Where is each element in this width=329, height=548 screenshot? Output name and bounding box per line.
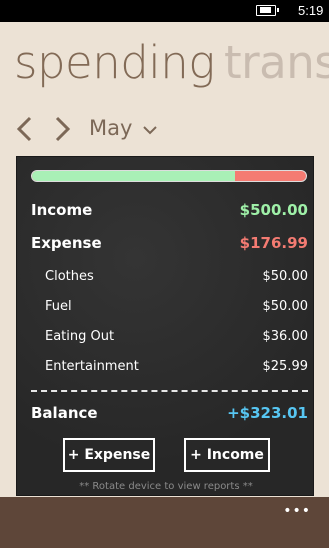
rotate-hint: ** Rotate device to view reports **: [79, 481, 253, 492]
chevron-right-icon[interactable]: [52, 116, 72, 142]
status-bar: 5:19: [0, 0, 329, 22]
more-options-icon[interactable]: •••: [283, 503, 311, 519]
budget-progress-fill: [32, 171, 235, 181]
pivot-item-transactions[interactable]: trans: [224, 36, 329, 89]
budget-progress-bar: [31, 170, 307, 182]
month-label[interactable]: May: [89, 116, 132, 140]
add-income-button[interactable]: + Income: [184, 438, 270, 472]
income-amount: $500.00: [239, 201, 308, 219]
category-amount: $50.00: [262, 269, 309, 284]
balance-amount: +$323.01: [227, 404, 308, 422]
battery-charging-icon: [256, 5, 279, 16]
category-amount: $36.00: [262, 329, 309, 344]
income-label: Income: [31, 201, 93, 219]
chevron-down-icon[interactable]: [142, 124, 158, 136]
category-label: Clothes: [45, 269, 94, 284]
balance-label: Balance: [31, 404, 98, 422]
expense-label: Expense: [31, 234, 102, 252]
dashed-divider: [31, 390, 308, 392]
month-navigation: May: [0, 112, 329, 146]
category-label: Fuel: [45, 299, 72, 314]
category-label: Entertainment: [45, 359, 139, 374]
summary-board: Income $500.00 Expense $176.99 Clothes $…: [16, 156, 314, 496]
category-amount: $50.00: [262, 299, 309, 314]
category-label: Eating Out: [45, 329, 115, 344]
app-bar: •••: [0, 497, 329, 548]
expense-amount: $176.99: [239, 234, 308, 252]
chevron-left-icon[interactable]: [15, 116, 35, 142]
category-amount: $25.99: [262, 359, 309, 374]
status-time: 5:19: [298, 3, 324, 18]
add-expense-button[interactable]: + Expense: [63, 438, 155, 472]
pivot-header: spending trans: [0, 36, 329, 96]
pivot-item-spending[interactable]: spending: [14, 36, 215, 89]
